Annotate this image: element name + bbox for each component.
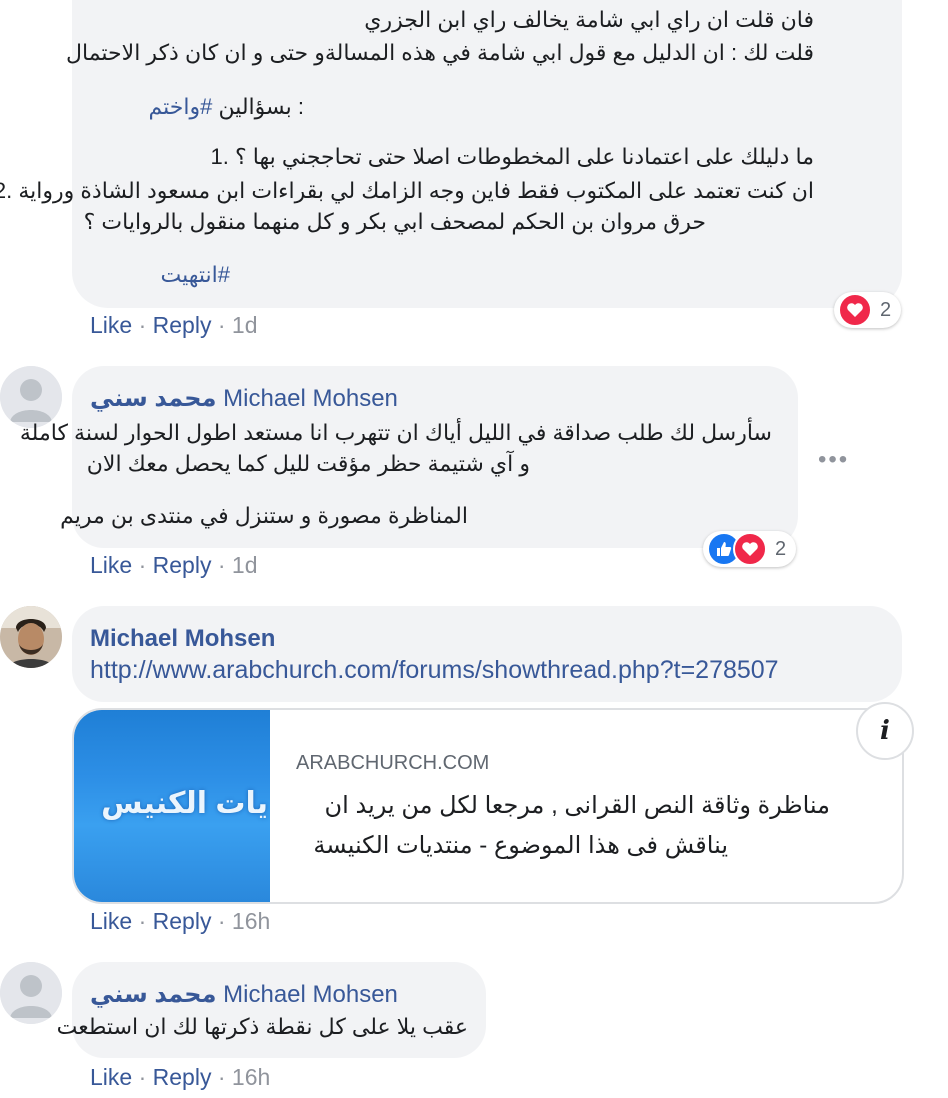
heart-icon [733,532,767,566]
profile-photo-icon [0,606,62,668]
separator: · [211,908,232,934]
comment-3-bubble: Michael Mohsen http://www.arabchurch.com… [72,606,902,702]
timestamp[interactable]: 16h [232,1064,270,1090]
comment-1-item-2b: حرق مروان بن الحكم لمصحف ابي بكر و كل من… [83,209,706,234]
avatar[interactable] [0,606,62,668]
author-name[interactable]: Michael Mohsen [90,625,275,653]
separator: · [211,552,232,578]
timestamp[interactable]: 1d [232,552,258,578]
reply-link[interactable]: Reply [153,552,212,578]
comment-1-question: : بسؤالين #واختم [148,92,304,122]
comment-1-line-1: فان قلت ان راي ابي شامة يخالف راي ابن ال… [364,7,814,32]
question-text: : بسؤالين [212,94,304,119]
link-domain: ARABCHURCH.COM [296,752,490,774]
default-avatar-icon [0,962,62,1024]
hashtag-link[interactable]: #واختم [148,94,212,119]
reaction-count: 2 [775,537,787,560]
comment-2-bubble: محمد سني Michael Mohsen سأرسل لك طلب صدا… [20,366,798,548]
link-preview-image: يات الكنيس [74,710,270,902]
timestamp[interactable]: 1d [232,312,258,338]
comment-4-bubble: محمد سني Michael Mohsen عقب يلا على كل ن… [57,962,486,1058]
separator: · [132,1064,153,1090]
comment-2-line-3: المناظرة مصورة و ستنزل في منتدى بن مريم [60,503,468,528]
comment-author[interactable]: محمد سني Michael Mohsen [90,384,398,413]
more-options-icon[interactable]: ••• [818,446,849,474]
comment-4-actions: Like · Reply · 16h [90,1064,270,1091]
separator: · [211,1064,232,1090]
comment-4-line-1: عقب يلا على كل نقطة ذكرتها لك ان استطعت [56,1014,468,1039]
end-hashtag-link[interactable]: #انتهيت [161,260,231,290]
tagged-user[interactable]: Michael Mohsen [223,385,398,412]
comment-author[interactable]: محمد سني Michael Mohsen [90,980,398,1009]
separator: · [132,552,153,578]
like-link[interactable]: Like [90,552,132,578]
link-preview-card[interactable]: يات الكنيس ARABCHURCH.COM مناظرة وثاقة ا… [72,708,904,904]
comment-3-actions: Like · Reply · 16h [90,908,270,935]
comment-1-item-1: ما دليلك على اعتمادنا على المخطوطات اصلا… [210,144,814,169]
reaction-summary[interactable]: 2 [834,292,902,328]
comment-1-item-2a: ان كنت تعتمد على المكتوب فقط فاين وجه ال… [0,178,814,203]
separator: · [211,312,232,338]
heart-icon [838,293,872,327]
comment-2-line-2: و آي شتيمة حظر مؤقت لليل كما يحصل معك ال… [86,451,530,476]
separator: · [132,312,153,338]
info-icon[interactable]: i [856,702,914,760]
comment-2-actions: Like · Reply · 1d [90,552,258,579]
shared-link[interactable]: http://www.arabchurch.com/forums/showthr… [90,656,779,685]
reply-link[interactable]: Reply [153,908,212,934]
comment-1-line-2: قلت لك : ان الدليل مع قول ابي شامة في هذ… [66,40,814,65]
link-title-line-2: يناقش فى هذا الموضوع - منتديات الكنيسة [313,832,728,859]
like-link[interactable]: Like [90,312,132,338]
like-link[interactable]: Like [90,908,132,934]
link-title-line-1: مناظرة وثاقة النص القرانى , مرجعا لكل من… [324,792,830,819]
reaction-summary[interactable]: 2 [703,531,797,567]
reply-link[interactable]: Reply [153,312,212,338]
tagged-user[interactable]: Michael Mohsen [223,981,398,1008]
comment-1-bubble: فان قلت ان راي ابي شامة يخالف راي ابن ال… [0,0,902,308]
comment-2-line-1: سأرسل لك طلب صداقة في الليل أياك ان تتهر… [19,420,772,445]
avatar[interactable] [0,962,62,1024]
reply-link[interactable]: Reply [153,1064,212,1090]
author-name[interactable]: محمد سني [90,981,216,1008]
like-link[interactable]: Like [90,1064,132,1090]
reaction-count: 2 [880,298,892,321]
separator: · [132,908,153,934]
preview-image-text: يات الكنيس [101,787,268,820]
author-name[interactable]: محمد سني [90,385,216,412]
timestamp[interactable]: 16h [232,908,270,934]
comment-1-actions: Like · Reply · 1d [90,312,258,339]
